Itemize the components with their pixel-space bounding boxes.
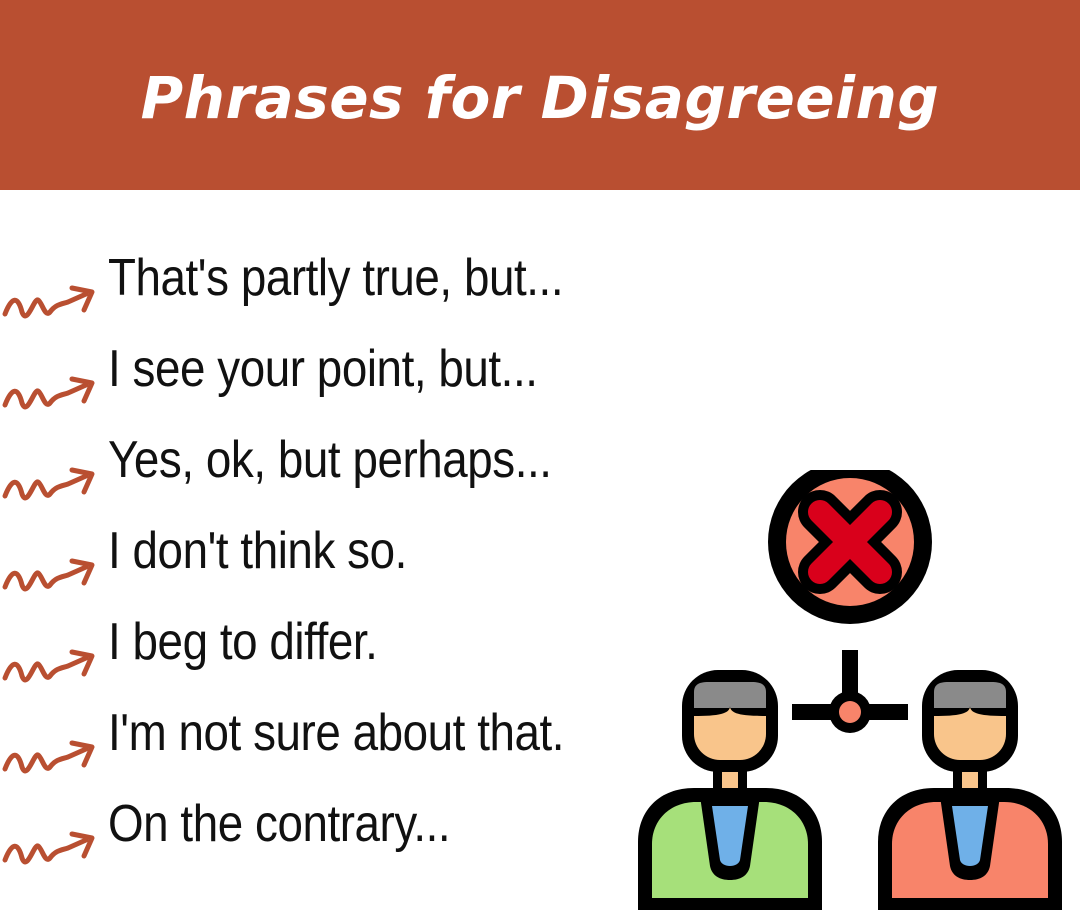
list-item: That's partly true, but... xyxy=(0,240,660,331)
disagreement-people-icon xyxy=(638,470,1062,910)
list-item: I'm not sure about that. xyxy=(0,695,660,786)
phrase-text: That's partly true, but... xyxy=(108,249,564,307)
header-banner: Phrases for Disagreeing xyxy=(0,0,1080,190)
squiggle-arrow-icon xyxy=(2,467,95,501)
squiggle-arrow-icon xyxy=(2,376,95,410)
squiggle-arrow-icon xyxy=(2,285,95,319)
phrase-text: On the contrary... xyxy=(108,795,451,853)
squiggle-arrow-icon xyxy=(2,831,95,865)
phrase-text: I see your point, but... xyxy=(108,340,538,398)
squiggle-arrow-icon xyxy=(2,740,95,774)
list-item: I beg to differ. xyxy=(0,604,660,695)
squiggle-arrow-icon xyxy=(2,649,95,683)
phrase-text: I don't think so. xyxy=(108,522,407,580)
list-item: I don't think so. xyxy=(0,513,660,604)
cross-icon xyxy=(768,470,932,624)
phrase-text: I'm not sure about that. xyxy=(108,704,565,762)
phrase-text: Yes, ok, but perhaps... xyxy=(108,431,552,489)
list-item: On the contrary... xyxy=(0,786,660,877)
page-title: Phrases for Disagreeing xyxy=(140,64,940,132)
phrase-list: That's partly true, but... I see your po… xyxy=(0,240,660,877)
list-item: Yes, ok, but perhaps... xyxy=(0,422,660,513)
phrase-text: I beg to differ. xyxy=(108,613,378,671)
list-item: I see your point, but... xyxy=(0,331,660,422)
squiggle-arrow-icon xyxy=(2,558,95,592)
